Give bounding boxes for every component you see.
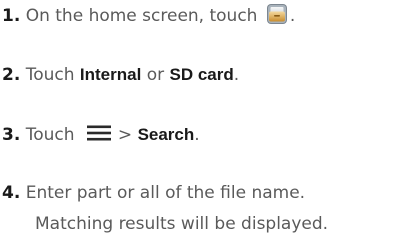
menu-path-separator: > — [117, 125, 138, 145]
step-text-end: . — [194, 125, 200, 145]
step-number: 4. — [2, 183, 21, 203]
step-number: 3. — [2, 125, 21, 145]
step-text: Touch — [25, 65, 80, 85]
internal-option-label: Internal — [79, 65, 142, 84]
step-number: 2. — [2, 65, 21, 85]
menu-icon — [86, 124, 112, 142]
step-text-end: . — [289, 6, 296, 26]
step-text: Touch — [25, 125, 75, 145]
step-number: 1. — [2, 6, 21, 26]
step-text: Enter part or all of the file name. — [25, 183, 306, 203]
step-1: 1. On the home screen, touch . — [2, 3, 295, 28]
search-option-label: Search — [137, 125, 195, 144]
step-2: 2. Touch Internal or SD card. — [2, 63, 239, 87]
step-text-end: . — [233, 65, 240, 85]
step-4-continuation: Matching results will be displayed. — [35, 212, 328, 236]
file-manager-icon — [266, 3, 288, 25]
step-4: 4. Enter part or all of the file name. — [2, 181, 305, 205]
step-text: On the home screen, touch — [25, 6, 258, 26]
sd-card-option-label: SD card — [169, 65, 234, 84]
step-3: 3. Touch > Search. — [2, 123, 200, 147]
step-text: Matching results will be displayed. — [35, 214, 329, 234]
step-text-middle: or — [141, 65, 170, 85]
